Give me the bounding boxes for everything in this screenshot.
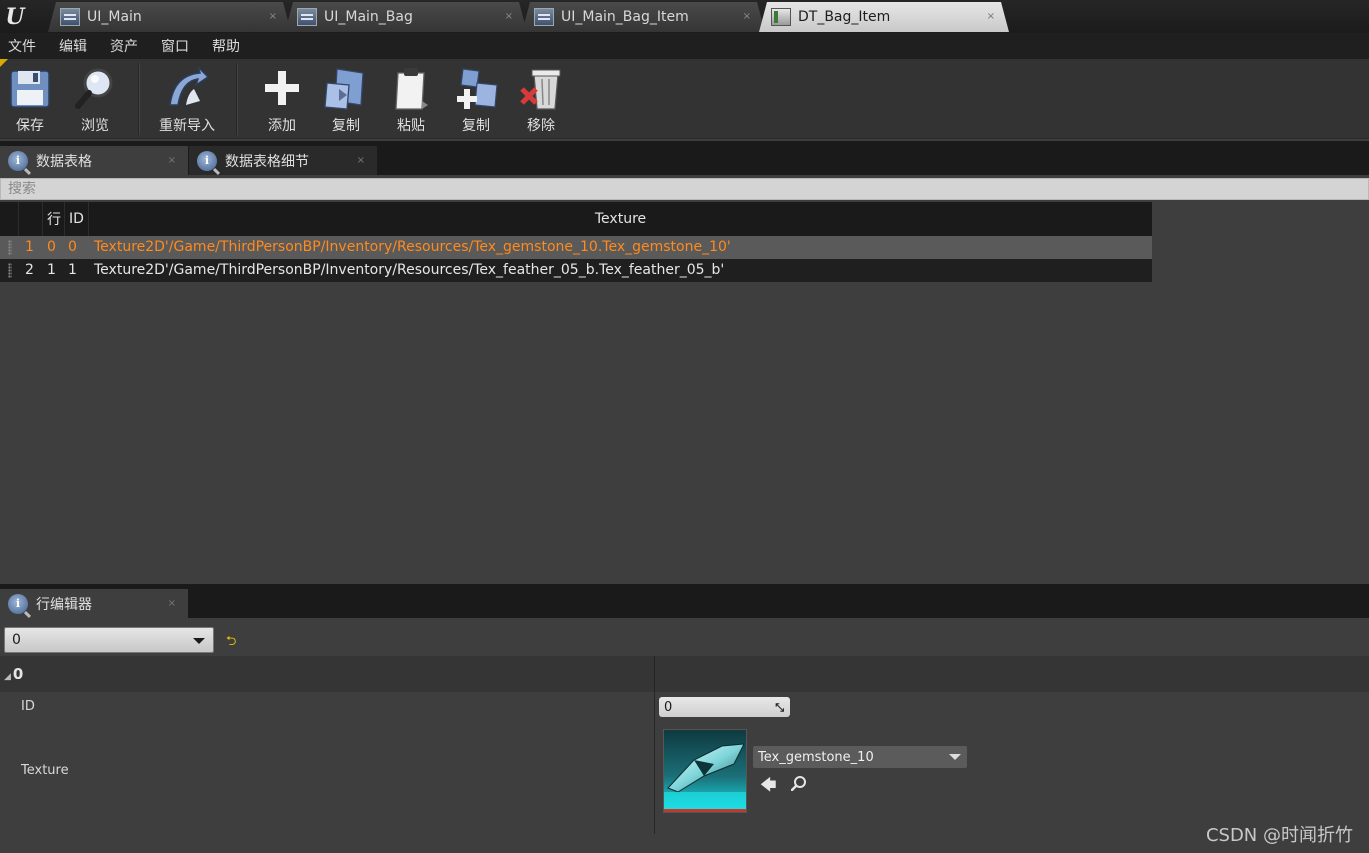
doc-tab-label: UI_Main_Bag_Item — [561, 9, 689, 25]
doc-tab-label: UI_Main — [87, 9, 142, 25]
doc-tab-ui-main-bag[interactable]: UI_Main_Bag × — [285, 2, 527, 32]
menu-asset[interactable]: 资产 — [102, 36, 146, 56]
save-button[interactable]: 保存 — [0, 63, 60, 137]
reimport-icon — [164, 65, 210, 111]
row-texture: Texture2D'/Game/ThirdPersonBP/Inventory/… — [94, 239, 731, 255]
widget-blueprint-icon — [297, 8, 317, 26]
row-name: 1 — [47, 262, 56, 278]
texture-asset-name: Tex_gemstone_10 — [758, 749, 874, 765]
close-icon[interactable]: × — [357, 155, 365, 166]
row-editor-category-header[interactable] — [0, 656, 1369, 692]
duplicate-button[interactable]: 复制 — [446, 63, 506, 137]
close-icon[interactable]: × — [505, 11, 513, 22]
texture-color-bar — [664, 809, 746, 812]
info-magnifier-icon: i — [8, 150, 28, 171]
data-table-panel-tabbar: i 数据表格 × i 数据表格细节 × — [0, 141, 1369, 175]
table-row[interactable]: 2 1 1 Texture2D'/Game/ThirdPersonBP/Inve… — [0, 259, 1152, 282]
column-header-texture[interactable]: Texture — [88, 202, 1152, 236]
column-divider[interactable] — [654, 656, 655, 834]
chevron-down-icon — [193, 638, 205, 644]
property-label-id: ID — [21, 699, 35, 714]
texture-asset-picker[interactable]: Tex_gemstone_10 — [753, 746, 967, 768]
search-input[interactable] — [8, 181, 1368, 197]
clipboard-icon — [388, 65, 434, 111]
search-bar — [0, 178, 1369, 200]
data-table: 行 ID Texture 1 0 0 Texture2D'/Game/Third… — [0, 202, 1152, 282]
paste-button[interactable]: 粘贴 — [381, 63, 441, 137]
chevron-down-icon — [949, 754, 961, 760]
texture-thumbnail[interactable] — [663, 729, 747, 813]
tab-row-editor[interactable]: i 行编辑器 × — [0, 589, 188, 618]
title-bar: U UI_Main × UI_Main_Bag × UI_Main_Bag_It… — [0, 0, 1369, 33]
doc-tab-label: DT_Bag_Item — [798, 9, 891, 25]
doc-tab-ui-main-bag-item[interactable]: UI_Main_Bag_Item × — [522, 2, 765, 32]
table-row[interactable]: 1 0 0 Texture2D'/Game/ThirdPersonBP/Inve… — [0, 236, 1152, 259]
drag-handle-icon[interactable] — [8, 240, 12, 255]
trash-icon — [518, 65, 564, 111]
menu-edit[interactable]: 编辑 — [51, 36, 95, 56]
copy-icon — [323, 65, 369, 111]
table-header: 行 ID Texture — [0, 202, 1152, 236]
reimport-button[interactable]: 重新导入 — [157, 63, 217, 137]
menu-window[interactable]: 窗口 — [153, 36, 197, 56]
menu-file[interactable]: 文件 — [0, 36, 44, 56]
close-icon[interactable]: × — [987, 11, 995, 22]
watermark-text: CSDN @时闻折竹 — [1205, 825, 1353, 846]
toolbar-separator — [138, 63, 140, 135]
row-id: 0 — [68, 239, 77, 255]
row-select-combo[interactable]: 0 — [4, 627, 214, 653]
add-row-button[interactable]: 添加 — [252, 63, 312, 137]
resize-arrows-icon: ⤡ — [775, 701, 784, 714]
browse-button[interactable]: 浏览 — [65, 63, 125, 137]
duplicate-icon — [453, 65, 499, 111]
info-magnifier-icon: i — [8, 593, 28, 614]
property-label-texture: Texture — [21, 763, 69, 778]
close-icon[interactable]: × — [168, 598, 176, 609]
row-texture: Texture2D'/Game/ThirdPersonBP/Inventory/… — [94, 262, 725, 278]
remove-button[interactable]: 移除 — [511, 63, 571, 137]
copy-button[interactable]: 复制 — [316, 63, 376, 137]
widget-blueprint-icon — [60, 8, 80, 26]
close-icon[interactable]: × — [168, 155, 176, 166]
widget-blueprint-icon — [534, 8, 554, 26]
browse-magnifier-icon[interactable] — [790, 775, 807, 795]
toolbar-separator — [236, 63, 238, 135]
menu-help[interactable]: 帮助 — [204, 36, 248, 56]
tab-data-table[interactable]: i 数据表格 × — [0, 146, 188, 175]
row-name: 0 — [47, 239, 56, 255]
use-selected-arrow-icon[interactable]: 🡄 — [760, 774, 777, 801]
collapse-triangle-icon: ◢ — [4, 672, 11, 682]
close-icon[interactable]: × — [269, 11, 277, 22]
save-icon — [7, 65, 53, 111]
magnifier-icon — [72, 65, 118, 111]
unreal-logo-icon[interactable]: U — [0, 0, 30, 33]
plus-icon — [259, 65, 305, 111]
corner-marker — [0, 59, 8, 67]
row-index: 2 — [25, 262, 34, 278]
menu-bar: 文件 编辑 资产 窗口 帮助 — [0, 33, 1369, 59]
doc-tab-ui-main[interactable]: UI_Main × — [48, 2, 291, 32]
row-editor-panel-tabbar: i 行编辑器 × — [0, 584, 1369, 618]
id-value: 0 — [664, 699, 673, 715]
close-icon[interactable]: × — [743, 11, 751, 22]
row-handle-column — [18, 202, 42, 236]
data-table-icon — [771, 8, 791, 26]
column-header-row[interactable]: 行 — [42, 202, 64, 236]
drag-handle-icon[interactable] — [8, 263, 12, 278]
row-id: 1 — [68, 262, 77, 278]
row-select-value: 0 — [12, 632, 21, 648]
row-index: 1 — [25, 239, 34, 255]
tab-data-table-details[interactable]: i 数据表格细节 × — [189, 146, 377, 175]
category-label[interactable]: ◢ 0 — [4, 665, 23, 683]
doc-tab-dt-bag-item[interactable]: DT_Bag_Item × — [759, 2, 1009, 32]
reset-arrow-icon[interactable]: ⮌ — [226, 632, 236, 654]
info-magnifier-icon: i — [197, 150, 217, 171]
id-number-field[interactable]: 0 ⤡ — [659, 697, 790, 717]
toolbar: 保存 浏览 重新导入 添加 复制 粘贴 复制 移除 — [0, 59, 1369, 139]
column-header-id[interactable]: ID — [64, 202, 88, 236]
doc-tab-label: UI_Main_Bag — [324, 9, 413, 25]
